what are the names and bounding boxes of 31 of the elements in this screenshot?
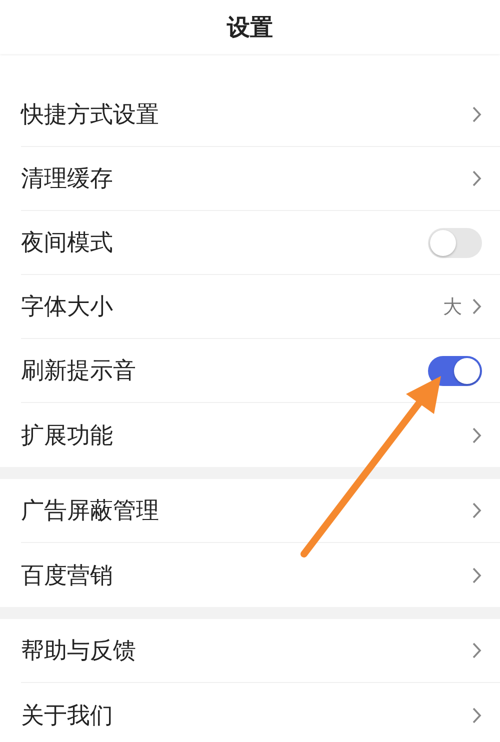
row-label: 夜间模式 xyxy=(21,229,113,258)
settings-row[interactable]: 帮助与反馈 xyxy=(21,619,500,683)
settings-row[interactable]: 清理缓存 xyxy=(21,147,500,211)
row-label: 百度营销 xyxy=(21,562,113,590)
row-label: 字体大小 xyxy=(21,293,113,322)
chevron-right-icon xyxy=(472,426,482,444)
row-label: 刷新提示音 xyxy=(21,357,136,386)
row-label: 广告屏蔽管理 xyxy=(21,497,159,526)
row-label: 快捷方式设置 xyxy=(21,101,159,130)
row-label: 关于我们 xyxy=(21,702,113,730)
row-label: 清理缓存 xyxy=(21,165,113,194)
settings-row[interactable]: 字体大小 大 xyxy=(21,275,500,339)
chevron-right-icon xyxy=(472,566,482,584)
chevron-right-icon xyxy=(472,170,482,187)
chevron-right-icon xyxy=(472,502,482,519)
row-value: 大 xyxy=(443,294,462,320)
chevron-right-icon xyxy=(472,298,482,315)
settings-row[interactable]: 关于我们 xyxy=(21,683,500,742)
settings-row[interactable]: 快捷方式设置 xyxy=(21,83,500,147)
toggle-switch[interactable] xyxy=(428,356,482,386)
page-title: 设置 xyxy=(227,14,273,42)
chevron-right-icon xyxy=(472,642,482,659)
row-label: 帮助与反馈 xyxy=(21,637,136,666)
settings-row[interactable]: 广告屏蔽管理 xyxy=(21,479,500,543)
toggle-switch[interactable] xyxy=(428,228,482,258)
settings-row[interactable]: 夜间模式 xyxy=(21,211,500,275)
row-label: 扩展功能 xyxy=(21,422,113,450)
settings-row[interactable]: 百度营销 xyxy=(21,543,500,607)
chevron-right-icon xyxy=(472,706,482,724)
settings-row[interactable]: 扩展功能 xyxy=(21,403,500,467)
chevron-right-icon xyxy=(472,106,482,123)
